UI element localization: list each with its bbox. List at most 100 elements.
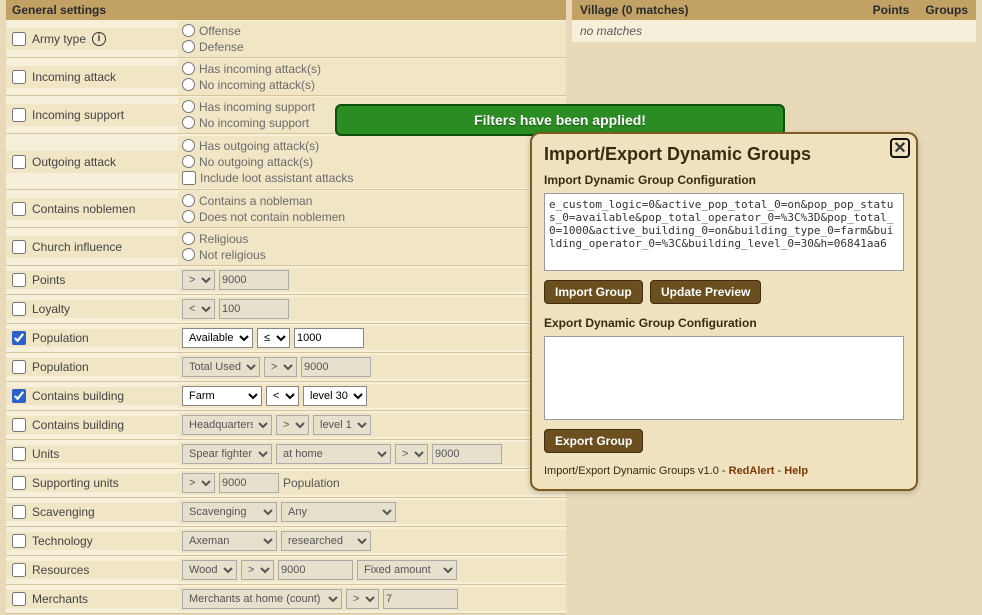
export-textarea[interactable] bbox=[544, 336, 904, 420]
no-outgoing-attack-radio[interactable] bbox=[182, 155, 195, 168]
incoming-attack-checkbox[interactable] bbox=[12, 70, 26, 84]
points-label: Points bbox=[32, 273, 65, 287]
has-incoming-attack-radio[interactable] bbox=[182, 62, 195, 75]
radio-label: No outgoing attack(s) bbox=[199, 155, 313, 169]
building-label: Contains building bbox=[32, 389, 124, 403]
unit-type-select[interactable]: Spear fighter bbox=[182, 444, 272, 464]
loyalty-label: Loyalty bbox=[32, 302, 70, 316]
points-op-select[interactable]: > bbox=[182, 270, 215, 290]
church-influence-checkbox[interactable] bbox=[12, 240, 26, 254]
no-noblemen-radio[interactable] bbox=[182, 210, 195, 223]
merchants-value-input[interactable] bbox=[383, 589, 458, 609]
radio-label: Offense bbox=[199, 24, 241, 38]
radio-label: Has incoming attack(s) bbox=[199, 62, 321, 76]
update-preview-button[interactable]: Update Preview bbox=[650, 280, 761, 304]
merchants-type-select[interactable]: Merchants at home (count) bbox=[182, 589, 342, 609]
modal-footer: Import/Export Dynamic Groups v1.0 - RedA… bbox=[544, 465, 904, 477]
merchants-op-select[interactable]: > bbox=[346, 589, 379, 609]
radio-label: Has outgoing attack(s) bbox=[199, 139, 319, 153]
no-matches-text: no matches bbox=[572, 20, 976, 42]
export-heading: Export Dynamic Group Configuration bbox=[544, 316, 904, 330]
unit-op-select[interactable]: > bbox=[395, 444, 428, 464]
population-value-input[interactable] bbox=[294, 328, 364, 348]
unit-where-select[interactable]: at home bbox=[276, 444, 391, 464]
author-link[interactable]: RedAlert bbox=[729, 465, 775, 477]
army-defense-radio[interactable] bbox=[182, 40, 195, 53]
population2-op-select[interactable]: > bbox=[264, 357, 297, 377]
radio-label: No incoming support bbox=[199, 116, 309, 130]
building-level-select[interactable]: level 30 bbox=[303, 386, 367, 406]
resources-type-select[interactable]: Wood bbox=[182, 560, 237, 580]
contains-noblemen-checkbox[interactable] bbox=[12, 202, 26, 216]
loyalty-op-select[interactable]: < bbox=[182, 299, 215, 319]
building-op-select[interactable]: < bbox=[266, 386, 299, 406]
contains-nobleman-radio[interactable] bbox=[182, 194, 195, 207]
merchants-checkbox[interactable] bbox=[12, 592, 26, 606]
info-icon[interactable]: i bbox=[92, 32, 106, 46]
supporting-op-select[interactable]: > bbox=[182, 473, 215, 493]
building2-op-select[interactable]: > bbox=[276, 415, 309, 435]
help-link[interactable]: Help bbox=[784, 465, 808, 477]
no-incoming-attack-radio[interactable] bbox=[182, 78, 195, 91]
resources-value-input[interactable] bbox=[278, 560, 353, 580]
scavenging-any-select[interactable]: Any bbox=[281, 502, 396, 522]
building2-checkbox[interactable] bbox=[12, 418, 26, 432]
supporting-value-input[interactable] bbox=[219, 473, 279, 493]
points-value-input[interactable] bbox=[219, 270, 289, 290]
loyalty-checkbox[interactable] bbox=[12, 302, 26, 316]
unit-value-input[interactable] bbox=[432, 444, 502, 464]
radio-label: No incoming attack(s) bbox=[199, 78, 315, 92]
army-offense-radio[interactable] bbox=[182, 24, 195, 37]
export-group-button[interactable]: Export Group bbox=[544, 429, 643, 453]
points-column-header: Points bbox=[865, 0, 918, 20]
population-status-select[interactable]: Available bbox=[182, 328, 253, 348]
footer-sep: - bbox=[774, 465, 784, 477]
technology-status-select[interactable]: researched bbox=[281, 531, 371, 551]
religious-radio[interactable] bbox=[182, 232, 195, 245]
population2-status-select[interactable]: Total Used bbox=[182, 357, 260, 377]
building-type-select[interactable]: Farm bbox=[182, 386, 262, 406]
scavenging-checkbox[interactable] bbox=[12, 505, 26, 519]
population2-value-input[interactable] bbox=[301, 357, 371, 377]
population2-checkbox[interactable] bbox=[12, 360, 26, 374]
church-influence-label: Church influence bbox=[32, 240, 122, 254]
population-op-select[interactable]: ≤ bbox=[257, 328, 290, 348]
technology-checkbox[interactable] bbox=[12, 534, 26, 548]
incoming-support-checkbox[interactable] bbox=[12, 108, 26, 122]
close-icon[interactable]: ✕ bbox=[890, 138, 910, 158]
scavenging-label: Scavenging bbox=[32, 505, 95, 519]
import-textarea[interactable]: e_custom_logic=0&active_pop_total_0=on&p… bbox=[544, 193, 904, 271]
resources-mode-select[interactable]: Fixed amount bbox=[357, 560, 457, 580]
has-incoming-support-radio[interactable] bbox=[182, 100, 195, 113]
supporting-label: Supporting units bbox=[32, 476, 119, 490]
loyalty-value-input[interactable] bbox=[219, 299, 289, 319]
units-checkbox[interactable] bbox=[12, 447, 26, 461]
has-outgoing-attack-radio[interactable] bbox=[182, 139, 195, 152]
resources-label: Resources bbox=[32, 563, 89, 577]
outgoing-attack-label: Outgoing attack bbox=[32, 155, 116, 169]
scavenging-type-select[interactable]: Scavenging bbox=[182, 502, 277, 522]
footer-text: Import/Export Dynamic Groups v1.0 - bbox=[544, 465, 729, 477]
include-loot-checkbox[interactable] bbox=[182, 171, 196, 185]
technology-type-select[interactable]: Axeman bbox=[182, 531, 277, 551]
not-religious-radio[interactable] bbox=[182, 248, 195, 261]
import-group-button[interactable]: Import Group bbox=[544, 280, 643, 304]
building-checkbox[interactable] bbox=[12, 389, 26, 403]
resources-op-select[interactable]: > bbox=[241, 560, 274, 580]
outgoing-attack-checkbox[interactable] bbox=[12, 155, 26, 169]
general-settings-header: General settings bbox=[6, 0, 566, 20]
radio-label: Has incoming support bbox=[199, 100, 315, 114]
radio-label: Contains a nobleman bbox=[199, 194, 312, 208]
radio-label: Defense bbox=[199, 40, 244, 54]
no-incoming-support-radio[interactable] bbox=[182, 116, 195, 129]
points-checkbox[interactable] bbox=[12, 273, 26, 287]
building2-level-select[interactable]: level 1 bbox=[313, 415, 371, 435]
population-checkbox[interactable] bbox=[12, 331, 26, 345]
supporting-checkbox[interactable] bbox=[12, 476, 26, 490]
building2-type-select[interactable]: Headquarters bbox=[182, 415, 272, 435]
resources-checkbox[interactable] bbox=[12, 563, 26, 577]
radio-label: Religious bbox=[199, 232, 248, 246]
incoming-support-label: Incoming support bbox=[32, 108, 124, 122]
army-type-checkbox[interactable] bbox=[12, 32, 26, 46]
incoming-attack-label: Incoming attack bbox=[32, 70, 116, 84]
